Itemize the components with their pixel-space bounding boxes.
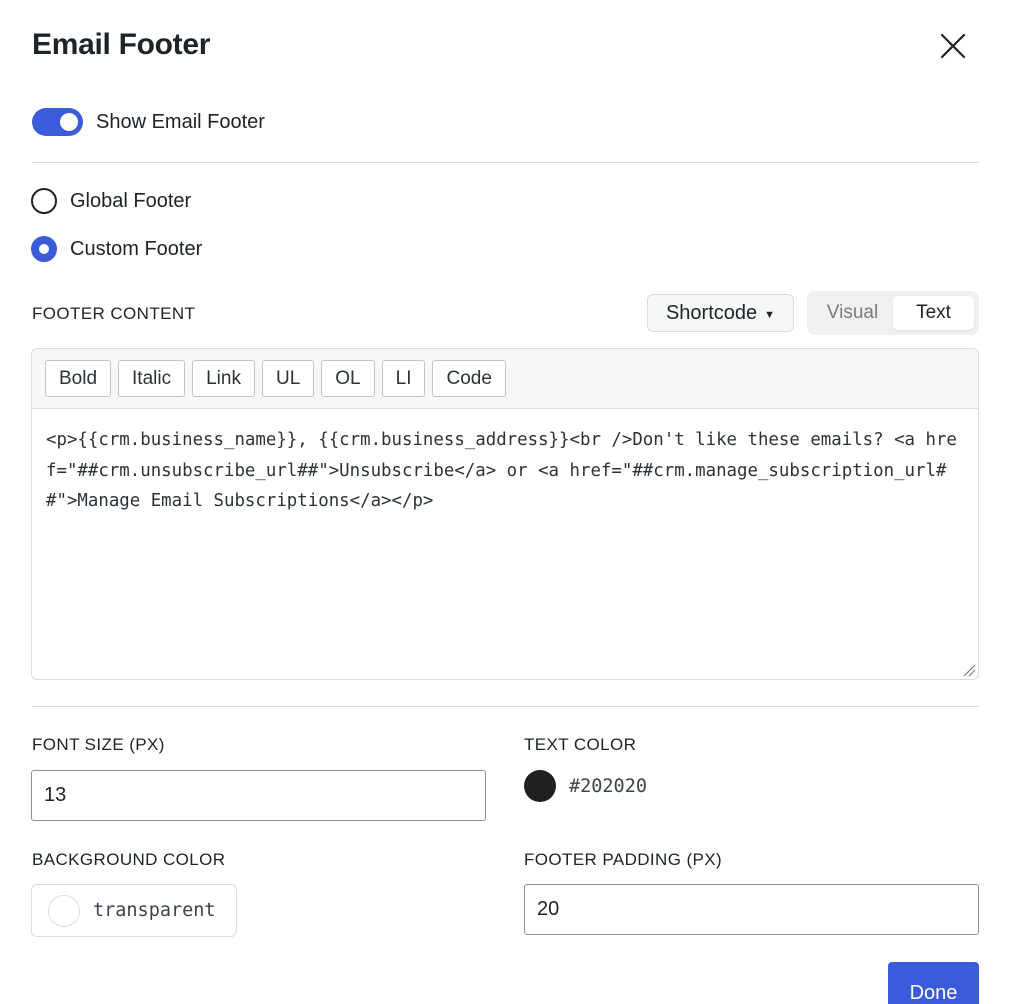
radio-label: Custom Footer (70, 237, 203, 260)
footer-padding-label: FOOTER PADDING (PX) (524, 850, 723, 869)
text-color-picker[interactable]: #202020 (524, 770, 647, 802)
editor-mode-switch: Visual Text (807, 291, 979, 335)
code-button[interactable]: Code (432, 360, 506, 397)
ol-button[interactable]: OL (321, 360, 375, 397)
footer-content-label: FOOTER CONTENT (32, 304, 196, 323)
bold-button[interactable]: Bold (45, 360, 112, 397)
close-button[interactable] (936, 29, 970, 63)
radio-custom-footer[interactable]: Custom Footer (31, 236, 202, 262)
radio-global-footer[interactable]: Global Footer (31, 188, 191, 214)
footer-content-editor: Bold Italic Link UL OL LI Code <p>{{crm.… (31, 348, 979, 680)
background-color-value: transparent (93, 900, 216, 921)
tab-text[interactable]: Text (893, 296, 974, 330)
radio-circle-checked[interactable] (31, 236, 57, 262)
close-icon (940, 33, 966, 59)
background-color-label: BACKGROUND COLOR (32, 850, 226, 869)
link-button[interactable]: Link (192, 360, 255, 397)
radio-label: Global Footer (70, 189, 192, 212)
ul-button[interactable]: UL (261, 360, 315, 397)
shortcode-dropdown[interactable]: Shortcode ▼ (647, 294, 794, 332)
radio-circle[interactable] (31, 188, 57, 214)
done-button[interactable]: Done (888, 962, 979, 1004)
font-size-input[interactable]: 13 (31, 770, 486, 821)
footer-content-textarea[interactable]: <p>{{crm.business_name}}, {{crm.business… (32, 409, 978, 679)
tab-visual[interactable]: Visual (812, 296, 893, 330)
dialog-title: Email Footer (32, 28, 211, 61)
show-footer-toggle[interactable] (32, 108, 83, 136)
email-footer-dialog: Email Footer Show Email Footer Global Fo… (0, 0, 1010, 1004)
footer-padding-input[interactable]: 20 (524, 884, 979, 935)
show-footer-label: Show Email Footer (96, 110, 265, 133)
editor-toolbar: Bold Italic Link UL OL LI Code (32, 349, 978, 409)
caret-down-icon: ▼ (764, 308, 776, 321)
li-button[interactable]: LI (381, 360, 426, 397)
show-footer-row: Show Email Footer (32, 108, 265, 136)
text-color-label: TEXT COLOR (524, 735, 637, 754)
toggle-knob (60, 113, 78, 131)
font-size-label: FONT SIZE (PX) (32, 735, 165, 754)
divider (32, 162, 979, 163)
shortcode-label: Shortcode (665, 301, 758, 324)
background-color-picker[interactable]: transparent (31, 884, 237, 937)
text-color-value: #202020 (569, 775, 647, 797)
text-color-swatch[interactable] (524, 770, 556, 802)
resize-handle-icon[interactable] (962, 663, 976, 677)
divider (32, 706, 979, 707)
background-color-swatch[interactable] (48, 894, 80, 927)
italic-button[interactable]: Italic (118, 360, 186, 397)
